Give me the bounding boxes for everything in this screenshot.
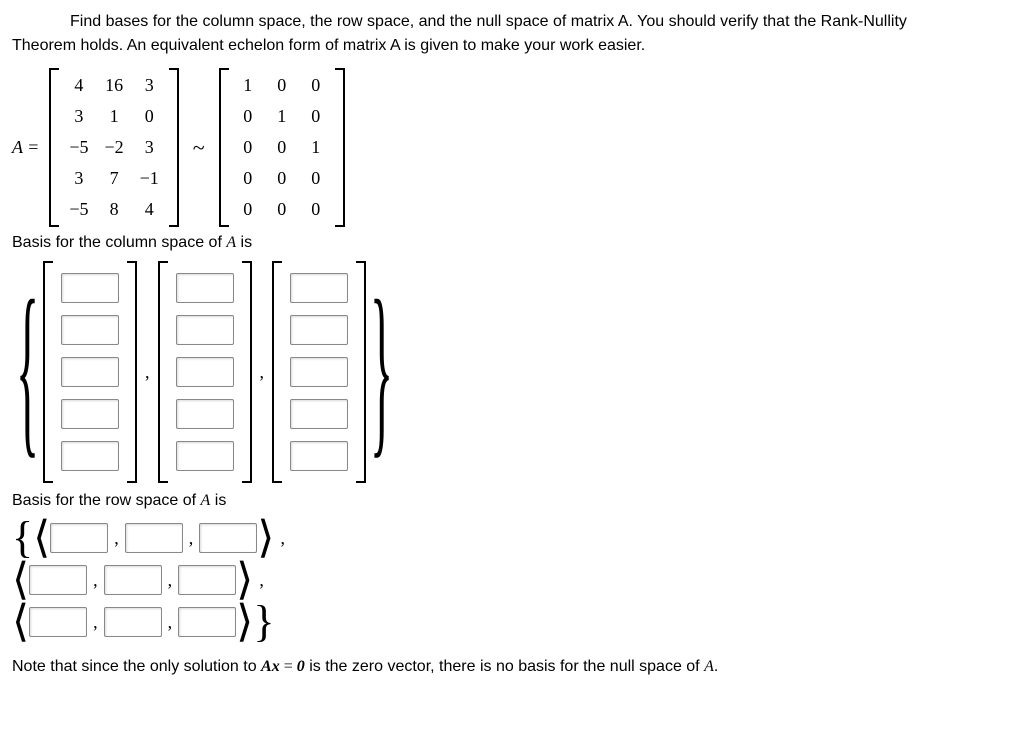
col2-input-2[interactable] bbox=[176, 315, 234, 345]
col2-input-1[interactable] bbox=[176, 273, 234, 303]
col2-input-4[interactable] bbox=[176, 399, 234, 429]
row3-input-2[interactable] bbox=[104, 607, 162, 637]
matrix-reduced: 100 010 001 000 000 bbox=[219, 68, 345, 227]
comma-1: , bbox=[145, 359, 150, 386]
matrix-a: 4163 310 −5−23 37−1 −584 bbox=[49, 68, 178, 227]
col-vector-1 bbox=[43, 261, 137, 483]
row2-input-2[interactable] bbox=[104, 565, 162, 595]
row3-input-1[interactable] bbox=[29, 607, 87, 637]
col1-input-5[interactable] bbox=[61, 441, 119, 471]
row3-input-3[interactable] bbox=[178, 607, 236, 637]
colspace-answer: { , , bbox=[12, 261, 1012, 483]
tilde-symbol: ~ bbox=[193, 131, 205, 164]
col2-input-5[interactable] bbox=[176, 441, 234, 471]
null-space-note: Note that since the only solution to Ax … bbox=[12, 655, 1012, 679]
col2-input-3[interactable] bbox=[176, 357, 234, 387]
comma-2: , bbox=[260, 359, 265, 386]
intro-text-line1: Find bases for the column space, the row… bbox=[70, 13, 907, 30]
row1-input-3[interactable] bbox=[199, 523, 257, 553]
col3-input-4[interactable] bbox=[290, 399, 348, 429]
col-vector-2 bbox=[158, 261, 252, 483]
intro-text-line2: Theorem holds. An equivalent echelon for… bbox=[12, 37, 645, 54]
row1-input-2[interactable] bbox=[125, 523, 183, 553]
col1-input-1[interactable] bbox=[61, 273, 119, 303]
col1-input-3[interactable] bbox=[61, 357, 119, 387]
col3-input-3[interactable] bbox=[290, 357, 348, 387]
col3-input-1[interactable] bbox=[290, 273, 348, 303]
equation-lhs: A = bbox=[12, 134, 39, 161]
matrix-equation: A = 4163 310 −5−23 37−1 −584 ~ 100 010 0… bbox=[12, 68, 1012, 227]
row2-input-3[interactable] bbox=[178, 565, 236, 595]
col1-input-4[interactable] bbox=[61, 399, 119, 429]
col3-input-5[interactable] bbox=[290, 441, 348, 471]
rowspace-answer: { ⟨ , , ⟩ , ⟨ , , ⟩ , ⟨ , , ⟩ } bbox=[12, 519, 1012, 641]
col3-input-2[interactable] bbox=[290, 315, 348, 345]
colspace-label: Basis for the column space of A is bbox=[12, 231, 1012, 255]
row1-input-1[interactable] bbox=[50, 523, 108, 553]
col-vector-3 bbox=[272, 261, 366, 483]
rowspace-label: Basis for the row space of A is bbox=[12, 489, 1012, 513]
col1-input-2[interactable] bbox=[61, 315, 119, 345]
row2-input-1[interactable] bbox=[29, 565, 87, 595]
